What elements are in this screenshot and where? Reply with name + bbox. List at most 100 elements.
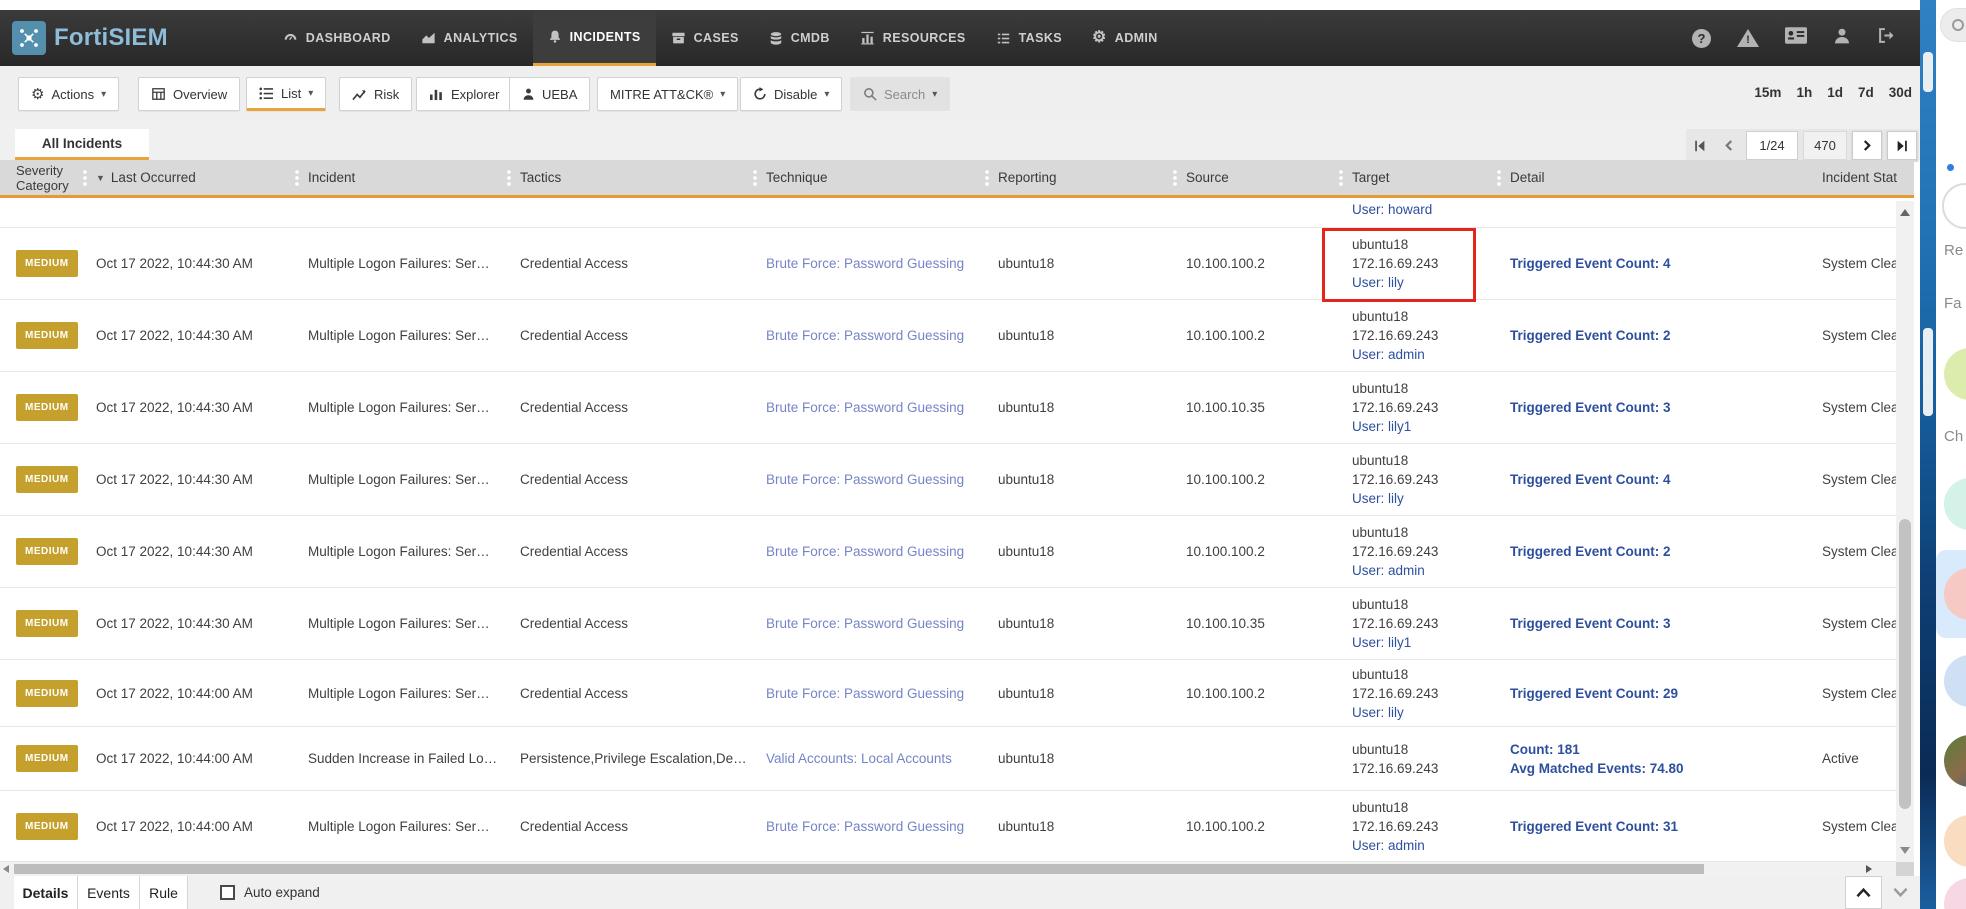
column-grip-icon[interactable] bbox=[1339, 169, 1343, 187]
nav-item-tasks[interactable]: TASKS bbox=[981, 10, 1077, 66]
detail-primary-link[interactable]: Triggered Event Count: 4 bbox=[1510, 254, 1810, 273]
technique-link[interactable]: Brute Force: Password Guessing bbox=[766, 300, 986, 371]
nav-item-analytics[interactable]: ANALYTICS bbox=[406, 10, 533, 66]
explorer-button[interactable]: Explorer bbox=[416, 77, 512, 111]
avatar[interactable] bbox=[1944, 478, 1966, 530]
column-grip-icon[interactable] bbox=[985, 169, 989, 187]
target-user[interactable]: User: howard bbox=[1352, 202, 1432, 217]
scroll-left-icon[interactable] bbox=[3, 865, 9, 873]
brand[interactable]: FortiSIEM bbox=[12, 21, 168, 55]
selected-avatar-highlight[interactable] bbox=[1936, 550, 1966, 638]
risk-button[interactable]: Risk bbox=[339, 77, 412, 111]
previous-page-button[interactable] bbox=[1717, 131, 1741, 160]
technique-link[interactable]: Brute Force: Password Guessing bbox=[766, 372, 986, 443]
help-icon[interactable]: ? bbox=[1692, 29, 1711, 48]
detail-primary-link[interactable]: Triggered Event Count: 2 bbox=[1510, 542, 1810, 561]
list-button[interactable]: List ▾ bbox=[246, 77, 326, 111]
nav-item-cases[interactable]: CASES bbox=[656, 10, 754, 66]
detail-primary-link[interactable]: Triggered Event Count: 3 bbox=[1510, 398, 1810, 417]
user-icon[interactable] bbox=[1833, 27, 1851, 50]
table-row[interactable]: MEDIUM Oct 17 2022, 10:44:30 AM Multiple… bbox=[0, 516, 1896, 588]
target-user[interactable]: User: lily1 bbox=[1352, 417, 1507, 436]
detail-primary-link[interactable]: Count: 181 bbox=[1510, 740, 1810, 759]
target-user[interactable]: User: admin bbox=[1352, 345, 1507, 364]
column-grip-icon[interactable] bbox=[753, 169, 757, 187]
column-header-reporting[interactable]: Reporting bbox=[998, 160, 1057, 195]
actions-button[interactable]: ⚙ Actions ▾ bbox=[18, 77, 119, 111]
first-page-button[interactable] bbox=[1688, 131, 1712, 160]
panel-collapse-button[interactable] bbox=[1882, 876, 1919, 909]
technique-link[interactable]: Brute Force: Password Guessing bbox=[766, 660, 986, 726]
detail-secondary-link[interactable]: Avg Matched Events: 74.80 bbox=[1510, 759, 1810, 778]
time-range-7d[interactable]: 7d bbox=[1858, 85, 1874, 100]
avatar[interactable] bbox=[1944, 568, 1966, 620]
avatar[interactable] bbox=[1944, 815, 1966, 867]
technique-link[interactable]: Brute Force: Password Guessing bbox=[766, 228, 986, 299]
detail-primary-link[interactable]: Triggered Event Count: 3 bbox=[1510, 614, 1810, 633]
time-range-15m[interactable]: 15m bbox=[1754, 85, 1781, 100]
page-indicator[interactable]: 1/24 bbox=[1746, 131, 1798, 160]
table-row[interactable]: MEDIUM Oct 17 2022, 10:44:30 AM Multiple… bbox=[0, 300, 1896, 372]
table-row[interactable]: MEDIUM Oct 17 2022, 10:44:00 AM Sudden I… bbox=[0, 727, 1896, 791]
nav-item-incidents[interactable]: INCIDENTS bbox=[533, 10, 656, 66]
column-grip-icon[interactable] bbox=[1173, 169, 1177, 187]
table-row[interactable]: MEDIUM Oct 17 2022, 10:44:00 AM Multiple… bbox=[0, 791, 1896, 862]
logout-icon[interactable] bbox=[1877, 27, 1896, 49]
nav-item-dashboard[interactable]: DASHBOARD bbox=[268, 10, 406, 66]
table-vertical-scrollbar[interactable] bbox=[1896, 201, 1914, 862]
column-header-detail[interactable]: Detail bbox=[1510, 160, 1545, 195]
avatar[interactable] bbox=[1944, 348, 1966, 400]
technique-link[interactable]: Brute Force: Password Guessing bbox=[766, 516, 986, 587]
vertical-scroll-thumb[interactable] bbox=[1899, 519, 1911, 809]
column-grip-icon[interactable] bbox=[295, 169, 299, 187]
alert-icon[interactable]: ! bbox=[1737, 29, 1759, 47]
column-header-severity[interactable]: Severity Category bbox=[16, 160, 86, 195]
search-input[interactable]: Search ▾ bbox=[850, 77, 950, 111]
side-search-pill[interactable] bbox=[1940, 8, 1966, 42]
nav-item-resources[interactable]: RESOURCES bbox=[845, 10, 981, 66]
avatar[interactable] bbox=[1944, 878, 1966, 909]
tab-rule[interactable]: Rule bbox=[140, 876, 188, 909]
column-header-last-occurred[interactable]: ▼Last Occurred bbox=[96, 160, 196, 195]
horizontal-scroll-thumb[interactable] bbox=[14, 864, 1704, 874]
column-grip-icon[interactable] bbox=[83, 169, 87, 187]
target-user[interactable]: User: lily bbox=[1352, 273, 1507, 292]
scroll-down-icon[interactable] bbox=[1900, 847, 1910, 854]
background-window-scrollbar[interactable] bbox=[1920, 0, 1936, 909]
technique-link[interactable]: Brute Force: Password Guessing bbox=[766, 791, 986, 861]
disable-button[interactable]: Disable ▾ bbox=[740, 77, 842, 111]
table-horizontal-scrollbar[interactable] bbox=[0, 862, 1896, 876]
detail-primary-link[interactable]: Triggered Event Count: 29 bbox=[1510, 684, 1810, 703]
nav-item-admin[interactable]: ⚙ ADMIN bbox=[1077, 10, 1173, 66]
tab-events[interactable]: Events bbox=[78, 876, 140, 909]
tab-all-incidents[interactable]: All Incidents bbox=[15, 129, 149, 160]
time-range-1d[interactable]: 1d bbox=[1827, 85, 1843, 100]
column-header-target[interactable]: Target bbox=[1352, 160, 1390, 195]
technique-link[interactable]: Brute Force: Password Guessing bbox=[766, 444, 986, 515]
table-row[interactable]: MEDIUM Oct 17 2022, 10:44:30 AM Multiple… bbox=[0, 372, 1896, 444]
avatar-photo[interactable] bbox=[1944, 735, 1966, 787]
target-user[interactable]: User: lily bbox=[1352, 703, 1507, 722]
tab-details[interactable]: Details bbox=[14, 876, 78, 909]
mitre-attack-button[interactable]: MITRE ATT&CK® ▾ bbox=[597, 77, 738, 111]
table-row[interactable]: MEDIUM Oct 17 2022, 10:44:30 AM Multiple… bbox=[0, 588, 1896, 660]
target-user[interactable]: User: admin bbox=[1352, 561, 1507, 580]
next-page-button[interactable] bbox=[1852, 131, 1882, 160]
time-range-1h[interactable]: 1h bbox=[1796, 85, 1812, 100]
detail-primary-link[interactable]: Triggered Event Count: 31 bbox=[1510, 817, 1810, 836]
time-range-30d[interactable]: 30d bbox=[1889, 85, 1912, 100]
scroll-right-icon[interactable] bbox=[1866, 865, 1872, 873]
overview-button[interactable]: Overview bbox=[138, 77, 240, 111]
id-card-icon[interactable] bbox=[1785, 27, 1807, 49]
detail-primary-link[interactable]: Triggered Event Count: 4 bbox=[1510, 470, 1810, 489]
strip-thumb[interactable] bbox=[1923, 52, 1933, 92]
strip-thumb[interactable] bbox=[1923, 328, 1933, 416]
column-grip-icon[interactable] bbox=[507, 169, 511, 187]
ueba-button[interactable]: UEBA bbox=[509, 77, 590, 111]
auto-expand-checkbox[interactable] bbox=[220, 885, 235, 900]
detail-primary-link[interactable]: Triggered Event Count: 2 bbox=[1510, 326, 1810, 345]
scroll-up-icon[interactable] bbox=[1900, 209, 1910, 216]
target-user[interactable]: User: admin bbox=[1352, 836, 1507, 855]
table-row[interactable]: MEDIUM Oct 17 2022, 10:44:30 AM Multiple… bbox=[0, 444, 1896, 516]
last-page-button[interactable] bbox=[1887, 131, 1917, 160]
